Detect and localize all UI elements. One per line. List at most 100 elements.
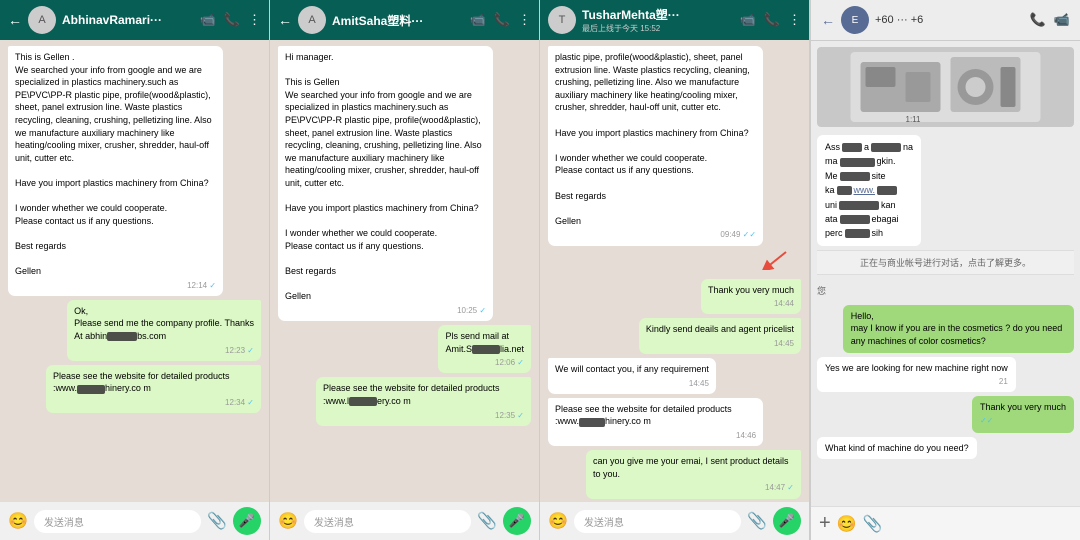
chat-header-tusharmehta: T TusharMehta塑··· 最后上线于今天 15:52 📹 📞 ⋮ xyxy=(540,0,809,40)
message-input-tusharmehta[interactable]: 发送消息 xyxy=(574,510,741,533)
read-tick-icon: ✓✓ xyxy=(980,416,993,425)
msg-text: Pls send mail at Amit.Slia.net xyxy=(445,330,524,355)
msg-text: Thank you very much xyxy=(980,401,1066,414)
phone-icon[interactable]: 📞 xyxy=(494,12,510,28)
msg-sent-1: Ok, Please send me the company profile. … xyxy=(67,300,261,361)
attach-icon[interactable]: 📎 xyxy=(207,511,227,531)
wechat-msg-thankyou: Thank you very much ✓✓ xyxy=(972,396,1074,433)
message-input-amitsaha[interactable]: 发送消息 xyxy=(304,510,471,533)
emoji-icon-3[interactable]: 😊 xyxy=(548,511,568,531)
chat-header-amitsaha: ← A AmitSaha塑料··· 📹 📞 ⋮ xyxy=(270,0,539,40)
msg-text: Please see the website for detailed prod… xyxy=(323,382,524,407)
header-icons-abhinav: 📹 📞 ⋮ xyxy=(200,12,261,28)
video-icon-3[interactable]: 📹 xyxy=(740,12,756,28)
wechat-body: 1:11 Assana magkin. Mesite kawww. unikan… xyxy=(811,41,1080,506)
msg-time-2: 12:23 ✓ xyxy=(74,345,254,356)
phone-icon[interactable]: 📞 xyxy=(224,12,240,28)
avatar-amitsaha: A xyxy=(298,6,326,34)
msg-sent-4: Please see the website for detailed prod… xyxy=(316,377,531,425)
contact-name-tusharmehta[interactable]: TusharMehta塑··· xyxy=(582,6,734,23)
wechat-attach-icon[interactable]: 📎 xyxy=(863,514,883,534)
msg-time-9: 14:45 xyxy=(646,338,794,349)
msg-time-5: 12:06 ✓ xyxy=(445,357,524,368)
chat-body-abhinav: This is Gellen . We searched your info f… xyxy=(0,40,269,501)
message-input-abhinav[interactable]: 发送消息 xyxy=(34,510,201,533)
video-icon[interactable]: 📹 xyxy=(470,12,486,28)
header-icons-tusharmehta: 📹 📞 ⋮ xyxy=(740,12,801,28)
msg-sent-7: can you give me your emai, I sent produc… xyxy=(586,450,801,498)
msg-text: What kind of machine do you need? xyxy=(825,442,969,455)
chat-footer-abhinav: 😊 发送消息 📎 🎤 xyxy=(0,501,269,540)
header-icons-amitsaha: 📹 📞 ⋮ xyxy=(470,12,531,28)
wechat-header: ← E +60 ··· +6 📞 📹 xyxy=(811,0,1080,41)
msg-text: Yes we are looking for new machine right… xyxy=(825,362,1008,375)
back-button-amitsaha[interactable]: ← xyxy=(278,12,292,28)
msg-text: This is Gellen . We searched your info f… xyxy=(15,51,216,278)
wechat-msg-hello: Hello, may I know if you are in the cosm… xyxy=(843,305,1074,353)
mic-button-tusharmehta[interactable]: 🎤 xyxy=(773,507,801,535)
more-icon-3[interactable]: ⋮ xyxy=(788,12,801,28)
msg-received-1: This is Gellen . We searched your info f… xyxy=(8,46,223,296)
msg-sent-6: Kindly send deails and agent pricelist 1… xyxy=(639,318,801,354)
mic-button-amitsaha[interactable]: 🎤 xyxy=(503,507,531,535)
contact-subtitle-tusharmehta: 最后上线于今天 15:52 xyxy=(582,23,734,34)
msg-text: Please see the website for detailed prod… xyxy=(555,403,756,428)
wechat-call-icon[interactable]: 📞 xyxy=(1030,12,1046,28)
wechat-plus-button[interactable]: + xyxy=(819,512,831,535)
wechat-info-bar[interactable]: 正在与商业帐号进行对话，点击了解更多。 xyxy=(817,250,1074,275)
msg-text: Kindly send deails and agent pricelist xyxy=(646,323,794,336)
msg-sent-3: Pls send mail at Amit.Slia.net 12:06 ✓ xyxy=(438,325,531,373)
avatar-tusharmehta: T xyxy=(548,6,576,34)
wechat-contact-name: +60 ··· +6 xyxy=(875,14,923,26)
wechat-msg-blurred: Assana magkin. Mesite kawww. unikan atae… xyxy=(817,135,921,246)
attach-icon-2[interactable]: 📎 xyxy=(477,511,497,531)
msg-time-12: 14:47 ✓ xyxy=(593,482,794,493)
attach-icon-3[interactable]: 📎 xyxy=(747,511,767,531)
msg-time-11: 14:46 xyxy=(555,430,756,441)
msg-text: Please see the website for detailed prod… xyxy=(53,370,254,395)
msg-text: Ok, Please send me the company profile. … xyxy=(74,305,254,343)
chat-header-abhinav: ← A AbhinavRamari··· 📹 📞 ⋮ xyxy=(0,0,269,40)
msg-time-10: 14:45 xyxy=(555,378,709,389)
contact-name-abhinav[interactable]: AbhinavRamari··· xyxy=(62,13,194,27)
wechat-back-icon[interactable]: ← xyxy=(821,12,835,28)
wechat-msg-time-1: 21 xyxy=(825,376,1008,387)
wechat-header-icons: 📞 📹 xyxy=(1030,12,1070,28)
msg-time-1: 12:14 ✓ xyxy=(15,280,216,291)
chat-footer-tusharmehta: 😊 发送消息 📎 🎤 xyxy=(540,501,809,540)
whatsapp-panel-abhinav: ← A AbhinavRamari··· 📹 📞 ⋮ This is Gelle… xyxy=(0,0,270,540)
msg-sent-2: Please see the website for detailed prod… xyxy=(46,365,261,413)
emoji-icon-2[interactable]: 😊 xyxy=(278,511,298,531)
msg-time-4: 10:25 ✓ xyxy=(285,305,486,316)
wechat-video-icon[interactable]: 📹 xyxy=(1054,12,1070,28)
wechat-avatar: E xyxy=(841,6,869,34)
msg-text: Hi manager. This is Gellen We searched y… xyxy=(285,51,486,303)
more-icon[interactable]: ⋮ xyxy=(248,12,261,28)
emoji-icon[interactable]: 😊 xyxy=(8,511,28,531)
arrow-indicator xyxy=(761,250,791,275)
msg-text: We will contact you, if any requirement xyxy=(555,363,709,376)
wechat-sender-label: 您 xyxy=(817,281,826,299)
msg-time-6: 12:35 ✓ xyxy=(323,410,524,421)
msg-time-3: 12:34 ✓ xyxy=(53,397,254,408)
msg-text: Hello, may I know if you are in the cosm… xyxy=(851,310,1066,348)
wechat-emoji-icon[interactable]: 😊 xyxy=(837,514,857,534)
wechat-footer: + 😊 📎 xyxy=(811,506,1080,540)
msg-time-8: 14:44 xyxy=(708,298,794,309)
wechat-msg-whatkind: What kind of machine do you need? xyxy=(817,437,977,460)
wechat-product-image: 1:11 xyxy=(817,47,1074,127)
contact-name-amitsaha[interactable]: AmitSaha塑料··· xyxy=(332,12,464,29)
phone-icon-3[interactable]: 📞 xyxy=(764,12,780,28)
back-button-abhinav[interactable]: ← xyxy=(8,12,22,28)
msg-text: can you give me your emai, I sent produc… xyxy=(593,455,794,480)
more-icon[interactable]: ⋮ xyxy=(518,12,531,28)
msg-sent-5: Thank you very much 14:44 xyxy=(701,279,801,315)
msg-text: plastic pipe, profile(wood&plastic), she… xyxy=(555,51,756,227)
video-icon[interactable]: 📹 xyxy=(200,12,216,28)
chat-footer-amitsaha: 😊 发送消息 📎 🎤 xyxy=(270,501,539,540)
msg-time-7: 09:49 ✓✓ xyxy=(555,229,756,240)
msg-received-2: Hi manager. This is Gellen We searched y… xyxy=(278,46,493,321)
mic-button-abhinav[interactable]: 🎤 xyxy=(233,507,261,535)
avatar-abhinav: A xyxy=(28,6,56,34)
svg-text:1:11: 1:11 xyxy=(906,115,922,124)
